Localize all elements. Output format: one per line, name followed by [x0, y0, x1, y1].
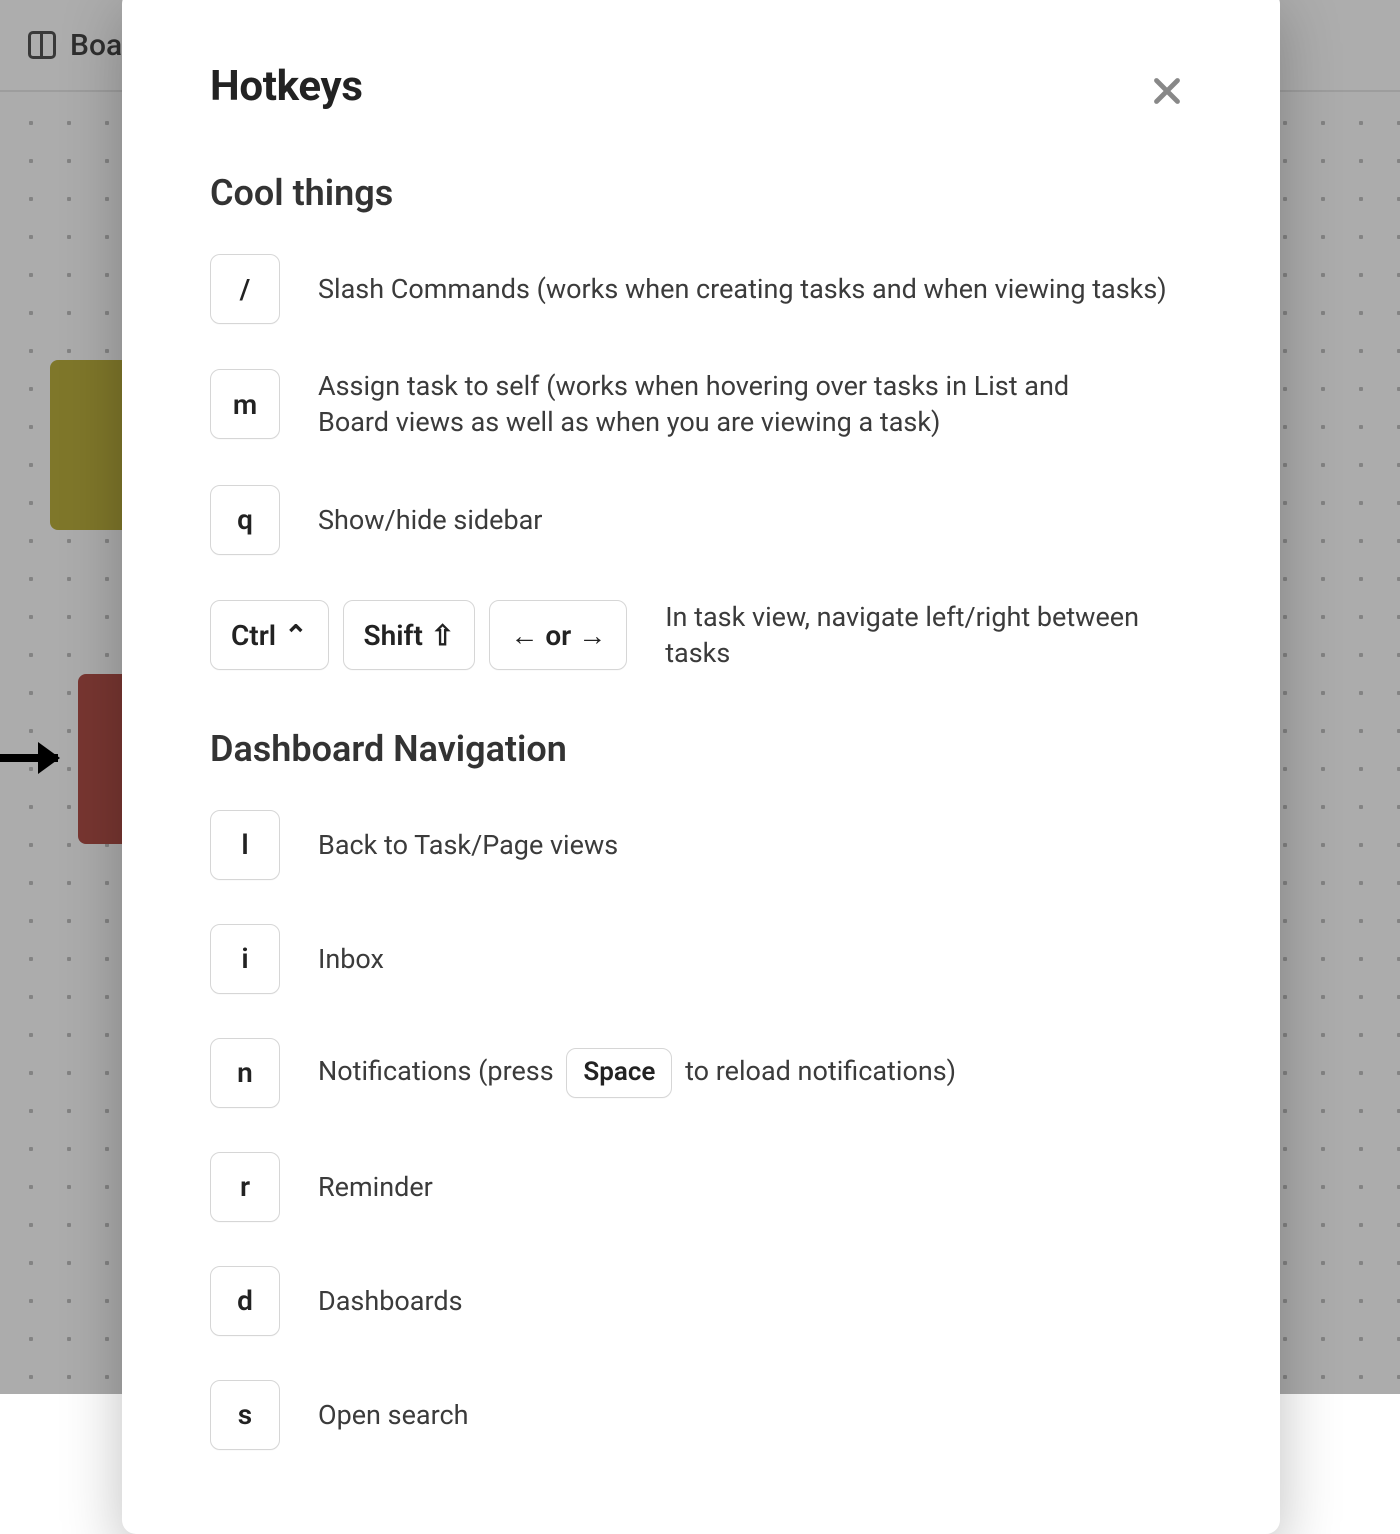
section-title-dashboard-navigation: Dashboard Navigation: [210, 728, 1192, 770]
hotkey-row-reminder: r Reminder: [210, 1152, 1192, 1222]
hotkey-desc: Show/hide sidebar: [318, 502, 542, 538]
hotkey-desc: Dashboards: [318, 1283, 463, 1319]
hotkey-desc: Notifications (press Space to reload not…: [318, 1048, 956, 1098]
hotkey-row-slash: / Slash Commands (works when creating ta…: [210, 254, 1192, 324]
hotkey-desc: Assign task to self (works when hovering…: [318, 368, 1128, 441]
key-l: l: [210, 810, 280, 880]
hotkey-desc: Slash Commands (works when creating task…: [318, 271, 1167, 307]
key-m: m: [210, 369, 280, 439]
hotkey-desc: Reminder: [318, 1169, 433, 1205]
hotkey-row-back: l Back to Task/Page views: [210, 810, 1192, 880]
key-ctrl: Ctrl⌃: [210, 600, 329, 670]
hotkey-desc-pre: Notifications (press: [318, 1055, 554, 1087]
key-slash: /: [210, 254, 280, 324]
hotkey-row-search: s Open search: [210, 1380, 1192, 1450]
hotkey-desc: Back to Task/Page views: [318, 827, 618, 863]
key-r: r: [210, 1152, 280, 1222]
hotkey-desc-post: to reload notifications): [685, 1055, 956, 1087]
hotkey-desc: Open search: [318, 1397, 469, 1433]
key-label: Shift: [364, 619, 423, 652]
key-shift: Shift⇧: [343, 600, 476, 670]
hotkey-row-inbox: i Inbox: [210, 924, 1192, 994]
ctrl-glyph-icon: ⌃: [284, 619, 307, 652]
key-i: i: [210, 924, 280, 994]
key-d: d: [210, 1266, 280, 1336]
modal-title: Hotkeys: [210, 62, 363, 111]
close-icon: [1149, 73, 1185, 109]
hotkey-desc: In task view, navigate left/right betwee…: [665, 599, 1185, 672]
hotkeys-modal: Hotkeys Cool things / Slash Commands (wo…: [122, 0, 1280, 1534]
close-button[interactable]: [1142, 66, 1192, 116]
key-arrows: ← or →: [489, 600, 627, 670]
hotkey-row-assign-self: m Assign task to self (works when hoveri…: [210, 368, 1192, 441]
key-n: n: [210, 1038, 280, 1108]
hotkey-row-navigate-tasks: Ctrl⌃ Shift⇧ ← or → In task view, naviga…: [210, 599, 1192, 672]
key-space: Space: [566, 1048, 672, 1098]
hotkey-row-sidebar: q Show/hide sidebar: [210, 485, 1192, 555]
key-label: Ctrl: [231, 619, 276, 652]
hotkey-row-notifications: n Notifications (press Space to reload n…: [210, 1038, 1192, 1108]
shift-glyph-icon: ⇧: [431, 619, 454, 652]
key-s: s: [210, 1380, 280, 1450]
key-q: q: [210, 485, 280, 555]
hotkey-desc: Inbox: [318, 941, 384, 977]
hotkey-row-dashboards: d Dashboards: [210, 1266, 1192, 1336]
section-title-cool-things: Cool things: [210, 172, 1192, 214]
